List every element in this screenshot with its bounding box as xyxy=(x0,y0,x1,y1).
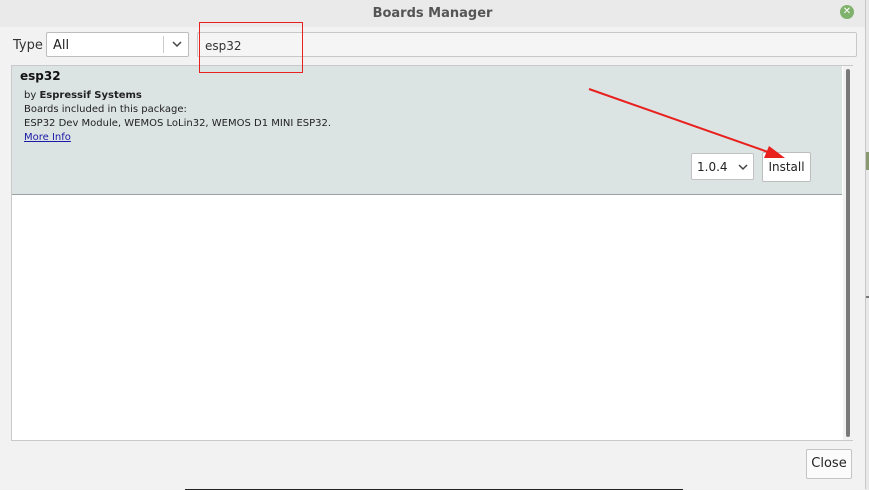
boards-included-label: Boards included in this package: xyxy=(24,104,187,115)
select-divider xyxy=(163,36,164,53)
window-title: Boards Manager xyxy=(372,6,493,21)
version-select-value: 1.0.4 xyxy=(697,160,728,174)
install-button[interactable]: Install xyxy=(762,152,811,182)
chevron-down-icon xyxy=(172,41,182,48)
more-info-link[interactable]: More Info xyxy=(24,132,71,143)
author-prefix: by xyxy=(24,90,37,101)
close-button[interactable]: Close xyxy=(806,449,852,479)
chevron-down-icon xyxy=(738,164,748,171)
vertical-scrollbar[interactable] xyxy=(843,66,853,440)
version-select[interactable]: 1.0.4 xyxy=(691,153,754,180)
boards-manager-dialog: Boards Manager ✕ Type All esp32 esp32 by… xyxy=(0,0,866,489)
list-item[interactable]: esp32 by Espressif Systems Boards includ… xyxy=(12,66,842,195)
package-author: Espressif Systems xyxy=(39,90,142,101)
package-list: esp32 by Espressif Systems Boards includ… xyxy=(11,65,853,441)
scrollbar-thumb[interactable] xyxy=(846,69,850,437)
type-select-value: All xyxy=(53,38,70,53)
type-select[interactable]: All xyxy=(46,32,189,57)
boards-list: ESP32 Dev Module, WEMOS LoLin32, WEMOS D… xyxy=(24,118,332,129)
package-author-line: by Espressif Systems xyxy=(24,90,142,101)
package-name: esp32 xyxy=(20,69,61,83)
annotation-highlight-box xyxy=(199,22,303,73)
close-icon[interactable]: ✕ xyxy=(840,5,854,19)
title-bar: Boards Manager ✕ xyxy=(0,0,865,27)
type-label: Type xyxy=(13,38,43,53)
